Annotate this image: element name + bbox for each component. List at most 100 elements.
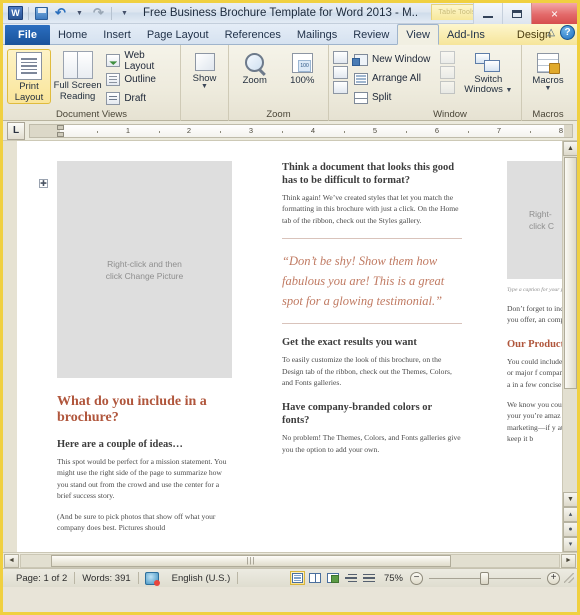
- tab-view[interactable]: View: [397, 24, 439, 45]
- tab-add-ins[interactable]: Add-Ins: [439, 25, 493, 45]
- zoom-slider[interactable]: [429, 571, 541, 585]
- horizontal-scroll-track[interactable]: |||: [20, 553, 560, 568]
- tab-page-layout[interactable]: Page Layout: [139, 25, 217, 45]
- window-disabled-icons: [432, 49, 461, 94]
- redo-icon[interactable]: ↷: [90, 5, 107, 21]
- full-screen-reading-icon: [62, 51, 93, 79]
- show-button[interactable]: Show ▼: [185, 49, 224, 90]
- center-heading-1: Think a document that looks this good ha…: [282, 162, 455, 186]
- image-placeholder-left[interactable]: Right-click and then click Change Pictur…: [57, 161, 232, 378]
- resize-grip[interactable]: [564, 573, 574, 583]
- zoom-label: Zoom: [242, 75, 267, 86]
- web-layout-label: Web Layout: [124, 49, 155, 72]
- tab-stop-selector[interactable]: L: [7, 121, 25, 140]
- status-draft-button[interactable]: [362, 571, 377, 585]
- switch-windows-button[interactable]: Switch Windows ▼: [461, 49, 515, 95]
- tab-mailings[interactable]: Mailings: [289, 25, 345, 45]
- undo-dropdown-icon[interactable]: ▼: [71, 5, 88, 21]
- show-dropdown-icon[interactable]: ▼: [201, 83, 208, 90]
- tab-references[interactable]: References: [217, 25, 289, 45]
- macros-dropdown-icon[interactable]: ▼: [545, 85, 552, 92]
- status-print-layout-button[interactable]: [289, 571, 305, 585]
- split-button[interactable]: Split: [352, 89, 432, 106]
- ruler-num-5: 5: [372, 125, 378, 135]
- switch-windows-dropdown-icon[interactable]: ▼: [505, 87, 512, 94]
- zoom-100-icon: [291, 53, 313, 73]
- vertical-scrollbar[interactable]: ▲ ▼ ▴ ● ▾: [562, 141, 577, 552]
- scroll-right-button[interactable]: ►: [561, 553, 576, 568]
- group-label-window: Window: [433, 109, 467, 120]
- status-page-number[interactable]: Page: 1 of 2: [9, 573, 74, 584]
- outline-button[interactable]: Outline: [104, 71, 176, 88]
- arrange-all-button[interactable]: Arrange All: [352, 70, 432, 87]
- tab-insert[interactable]: Insert: [95, 25, 139, 45]
- horizontal-ruler[interactable]: 1 2 3 4 5 6 7 8: [29, 123, 573, 138]
- print-layout-label-2: Layout: [14, 91, 44, 103]
- status-language[interactable]: English (U.S.): [165, 573, 238, 584]
- center-paragraph-3: No problem! The Themes, Colors, and Font…: [282, 433, 461, 454]
- full-screen-label-2: Reading: [59, 90, 96, 102]
- ruler-num-6: 6: [434, 125, 440, 135]
- status-bar: Page: 1 of 2 Words: 391 English (U.S.) 7…: [3, 568, 577, 587]
- document-page[interactable]: ✚ Right-click and then click Change Pict…: [17, 141, 577, 552]
- status-web-layout-button[interactable]: [326, 571, 341, 585]
- zoom-in-button[interactable]: +: [547, 571, 560, 585]
- view-side-by-side-icon[interactable]: [333, 51, 348, 64]
- ruler-first-line-indent[interactable]: [57, 124, 64, 130]
- status-word-count[interactable]: Words: 391: [75, 573, 137, 584]
- view-shortcut-buttons: [289, 571, 377, 585]
- proofing-errors-icon[interactable]: [144, 571, 160, 586]
- document-canvas[interactable]: ✚ Right-click and then click Change Pict…: [3, 141, 577, 552]
- left-paragraph-1: This spot would be perfect for a mission…: [57, 457, 227, 501]
- print-layout-button[interactable]: Print Layout: [7, 49, 51, 104]
- ribbon-group-document-views: Print Layout Full Screen Reading Web Lay…: [3, 45, 181, 121]
- tab-review[interactable]: Review: [345, 25, 397, 45]
- group-label-zoom: Zoom: [266, 109, 291, 120]
- close-button[interactable]: ×: [531, 3, 577, 24]
- reset-window-position-icon[interactable]: [333, 81, 348, 94]
- synchronous-scrolling-icon[interactable]: [333, 66, 348, 79]
- center-pull-quote: “Don’t be shy! Show them how fabulous yo…: [282, 254, 445, 309]
- previous-page-button[interactable]: ▴: [563, 507, 577, 522]
- web-layout-icon: [106, 54, 121, 67]
- draft-button[interactable]: Draft: [104, 90, 176, 107]
- ribbon: Print Layout Full Screen Reading Web Lay…: [3, 45, 577, 121]
- horizontal-scroll-thumb[interactable]: |||: [51, 554, 451, 567]
- ruler-bar: L 1 2 3 4 5 6 7 8: [3, 121, 577, 141]
- tab-home[interactable]: Home: [50, 25, 95, 45]
- select-browse-object-button[interactable]: ●: [563, 522, 577, 537]
- macros-button[interactable]: Macros ▼: [526, 49, 570, 92]
- print-layout-status-icon: [291, 573, 303, 583]
- ruler-num-3: 3: [248, 125, 254, 135]
- vertical-scroll-thumb[interactable]: [564, 157, 577, 389]
- horizontal-scrollbar[interactable]: ◄ ||| ►: [3, 552, 577, 568]
- zoom-100-button[interactable]: 100%: [281, 49, 325, 86]
- tab-file[interactable]: File: [5, 25, 50, 45]
- word-logo-icon[interactable]: W: [7, 5, 24, 21]
- scroll-left-button[interactable]: ◄: [4, 553, 19, 568]
- center-divider-1: [282, 238, 462, 240]
- zoom-slider-knob[interactable]: [480, 571, 489, 585]
- print-layout-icon: [15, 52, 42, 80]
- scroll-down-button[interactable]: ▼: [563, 492, 577, 507]
- minimize-ribbon-icon[interactable]: △: [547, 27, 555, 38]
- customize-qat-icon[interactable]: ▼: [116, 5, 133, 21]
- center-divider-2: [282, 323, 462, 325]
- new-window-button[interactable]: New Window: [352, 51, 432, 68]
- next-page-button[interactable]: ▾: [563, 537, 577, 552]
- restore-button[interactable]: [502, 3, 531, 24]
- status-full-screen-reading-button[interactable]: [308, 571, 323, 585]
- minimize-button[interactable]: [473, 3, 502, 24]
- save-icon[interactable]: [33, 5, 50, 21]
- ruler-hanging-indent[interactable]: [57, 131, 64, 137]
- zoom-button[interactable]: Zoom: [233, 49, 277, 86]
- undo-icon[interactable]: ↶: [52, 5, 69, 21]
- full-screen-label-1: Full Screen: [53, 80, 102, 91]
- web-layout-button[interactable]: Web Layout: [104, 49, 176, 72]
- zoom-out-button[interactable]: −: [410, 571, 423, 585]
- full-screen-reading-button[interactable]: Full Screen Reading: [51, 49, 104, 102]
- help-icon[interactable]: ?: [560, 25, 575, 40]
- status-outline-button[interactable]: [344, 571, 359, 585]
- scroll-up-button[interactable]: ▲: [563, 141, 577, 156]
- zoom-level-label[interactable]: 75%: [377, 573, 410, 584]
